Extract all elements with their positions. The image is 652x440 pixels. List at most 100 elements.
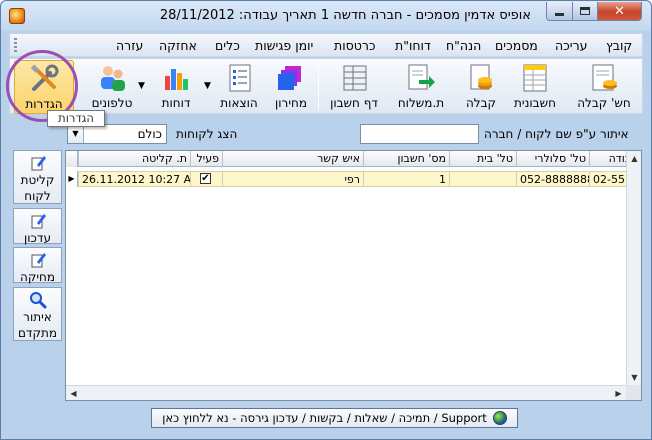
invoice-receipt-button[interactable]: חש' קבלה bbox=[568, 60, 640, 114]
horizontal-scrollbar[interactable]: ◀ ▶ bbox=[66, 385, 626, 400]
phones-dropdown-icon[interactable]: ▼ bbox=[138, 81, 145, 91]
menu-item-calendar[interactable]: יומן פגישות bbox=[255, 38, 313, 53]
invoice-receipt-label: חש' קבלה bbox=[577, 96, 631, 110]
scroll-right-icon[interactable]: ▶ bbox=[611, 386, 626, 400]
invoice-button[interactable]: חשבונית bbox=[506, 60, 564, 114]
show-clients-label: הצג לקוחות bbox=[176, 127, 238, 141]
menu-item-reports[interactable]: דוחו"ת bbox=[395, 38, 431, 53]
col-head-home-phone[interactable]: טל' בית bbox=[449, 151, 516, 167]
table-row[interactable]: 02-5555 052-8888888 1 רפי ✔ 26.11.2012 1… bbox=[78, 171, 641, 187]
menu-grip-icon[interactable] bbox=[14, 38, 17, 54]
menu-bar: קובץ עריכה מסמכים הנה"ח דוחו"ת כרטסות יו… bbox=[9, 33, 643, 57]
settings-button[interactable]: הגדרות bbox=[14, 60, 74, 114]
menu-item-accounting[interactable]: הנה"ח bbox=[446, 38, 481, 53]
phones-button[interactable]: טלפונים bbox=[82, 60, 142, 114]
advanced-search-button[interactable]: איתור מתקדם bbox=[13, 287, 62, 341]
phones-label: טלפונים bbox=[91, 96, 133, 110]
menu-item-maintenance[interactable]: אחזקה bbox=[159, 38, 197, 53]
col-head-account-no[interactable]: מס' חשבון bbox=[363, 151, 449, 167]
contacts-icon bbox=[96, 62, 128, 94]
scroll-corner bbox=[626, 385, 641, 400]
scroll-left-icon[interactable]: ◀ bbox=[66, 386, 81, 400]
invoice-label: חשבונית bbox=[514, 96, 556, 110]
database-icon bbox=[338, 62, 370, 94]
document-arrow-icon bbox=[405, 62, 437, 94]
search-label: איתור ע"פ שם לקוח / חברה bbox=[484, 127, 629, 141]
reports-dropdown-icon[interactable]: ▼ bbox=[204, 81, 211, 91]
app-window: אופיס אדמין מסמכים - חברה חדשה 1 תאריך ע… bbox=[0, 0, 652, 440]
minimize-icon bbox=[555, 12, 564, 16]
toolbar: הגדרות טלפונים ▼ דוחות ▼ הוצאות מחירון ד… bbox=[9, 58, 643, 114]
maximize-button[interactable] bbox=[572, 2, 598, 21]
close-button[interactable]: ✕ bbox=[597, 2, 642, 21]
pen-document-icon bbox=[29, 154, 47, 172]
magnifier-icon bbox=[29, 291, 47, 309]
receipt-button[interactable]: קבלה bbox=[456, 60, 506, 114]
support-button[interactable]: Support / תמיכה / שאלות / בקשות / עדכון … bbox=[151, 408, 518, 428]
settings-label: הגדרות bbox=[25, 97, 63, 111]
client-search-input[interactable] bbox=[360, 124, 479, 144]
chevron-down-icon[interactable]: ▼ bbox=[68, 125, 84, 143]
scroll-down-icon[interactable]: ▼ bbox=[627, 370, 641, 385]
account-page-label: דף חשבון bbox=[330, 96, 378, 110]
close-icon: ✕ bbox=[614, 3, 625, 19]
update-label: עדכון bbox=[24, 231, 51, 245]
update-button[interactable]: עדכון bbox=[13, 208, 62, 245]
scroll-up-icon[interactable]: ▲ bbox=[627, 151, 641, 166]
spreadsheet-icon bbox=[519, 62, 551, 94]
col-head-mobile[interactable]: טל' סלולרי bbox=[516, 151, 589, 167]
checklist-icon bbox=[223, 62, 255, 94]
cubes-icon bbox=[275, 62, 307, 94]
reports-label: דוחות bbox=[161, 96, 191, 110]
add-client-button[interactable]: קליטת לקוח bbox=[13, 150, 62, 204]
add-client-label-1: קליטת bbox=[20, 173, 55, 187]
cell-home-phone[interactable] bbox=[449, 172, 516, 186]
delivery-note-button[interactable]: ת.משלוח bbox=[388, 60, 454, 114]
account-page-button[interactable]: דף חשבון bbox=[322, 60, 386, 114]
title-bar[interactable]: אופיס אדמין מסמכים - חברה חדשה 1 תאריך ע… bbox=[1, 1, 651, 31]
cell-intake-date[interactable]: 26.11.2012 10:27 AM bbox=[78, 172, 190, 186]
col-head-intake-date[interactable]: ת. קליטה bbox=[78, 151, 190, 167]
price-list-label: מחירון bbox=[275, 96, 307, 110]
advanced-search-label-2: מתקדם bbox=[17, 326, 58, 340]
menu-item-documents[interactable]: מסמכים bbox=[495, 38, 538, 53]
toolbar-separator bbox=[318, 64, 319, 110]
clients-grid[interactable]: עבודה טל' סלולרי טל' בית מס' חשבון איש ק… bbox=[65, 150, 642, 401]
settings-tooltip: הגדרות bbox=[47, 110, 105, 127]
cell-mobile[interactable]: 052-8888888 bbox=[516, 172, 589, 186]
menu-item-help[interactable]: עזרה bbox=[116, 38, 143, 53]
receipt-label: קבלה bbox=[465, 96, 497, 110]
delivery-note-label: ת.משלוח bbox=[397, 96, 445, 110]
edit-icon bbox=[29, 212, 47, 230]
reports-button[interactable]: דוחות bbox=[148, 60, 204, 114]
expenses-label: הוצאות bbox=[220, 96, 258, 110]
col-head-active[interactable]: פעיל bbox=[190, 151, 222, 167]
grid-header: עבודה טל' סלולרי טל' בית מס' חשבון איש ק… bbox=[66, 151, 641, 167]
menu-item-ledgers[interactable]: כרטסות bbox=[334, 38, 376, 53]
col-head-contact[interactable]: איש קשר bbox=[222, 151, 363, 167]
delete-button[interactable]: מחיקה bbox=[13, 247, 62, 284]
minimize-button[interactable] bbox=[546, 2, 573, 21]
cell-account-no[interactable]: 1 bbox=[363, 172, 449, 186]
expenses-button[interactable]: הוצאות bbox=[212, 60, 266, 114]
add-client-label-2: לקוח bbox=[24, 189, 51, 203]
vertical-scrollbar[interactable]: ▲ ▼ bbox=[626, 151, 641, 400]
price-list-button[interactable]: מחירון bbox=[266, 60, 316, 114]
menu-item-tools[interactable]: כלים bbox=[215, 38, 240, 53]
menu-item-edit[interactable]: עריכה bbox=[555, 38, 587, 53]
show-clients-value: כולם bbox=[137, 127, 162, 141]
coins-icon bbox=[465, 62, 497, 94]
delete-label: מחיקה bbox=[19, 270, 56, 284]
cell-contact[interactable]: רפי bbox=[222, 172, 363, 186]
support-text: Support / תמיכה / שאלות / בקשות / עדכון … bbox=[162, 411, 487, 425]
tools-icon bbox=[28, 63, 60, 95]
maximize-icon bbox=[580, 7, 590, 15]
row-pointer-icon: ▶ bbox=[66, 171, 78, 187]
show-clients-select[interactable]: ▼ כולם bbox=[67, 124, 167, 144]
active-checkbox[interactable]: ✔ bbox=[200, 173, 211, 184]
cell-active[interactable]: ✔ bbox=[190, 172, 222, 186]
app-icon[interactable] bbox=[9, 8, 25, 24]
advanced-search-label-1: איתור bbox=[23, 310, 52, 324]
menu-item-file[interactable]: קובץ bbox=[606, 38, 632, 53]
window-title: אופיס אדמין מסמכים - חברה חדשה 1 תאריך ע… bbox=[159, 8, 531, 23]
